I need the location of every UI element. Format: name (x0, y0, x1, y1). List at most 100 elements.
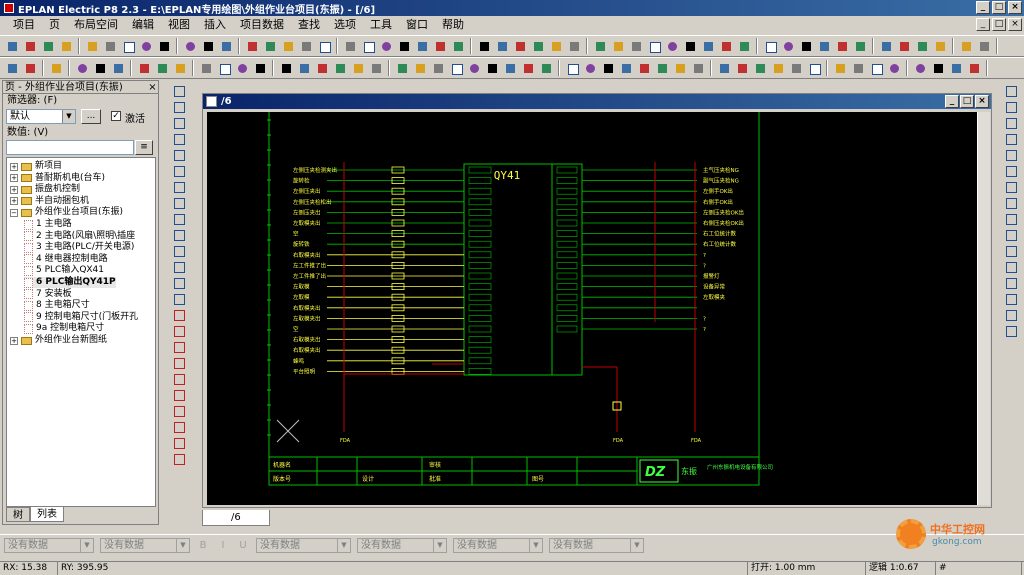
tb2-tool-6-8-icon[interactable] (538, 60, 554, 76)
vt1-tool-22-icon[interactable] (172, 436, 186, 450)
mdi-restore-button[interactable]: □ (992, 18, 1006, 31)
layer-select[interactable]: 没有数据 ▼ (549, 538, 644, 553)
tb1-tool-6-8-icon[interactable] (736, 38, 752, 54)
vt1-tool-19-icon[interactable] (172, 388, 186, 402)
tb1-tool-9-0-icon[interactable] (958, 38, 974, 54)
tb2-tool-6-2-icon[interactable] (430, 60, 446, 76)
value-select-button[interactable]: ≡ (135, 140, 153, 155)
tb2-tool-7-1-icon[interactable] (582, 60, 598, 76)
menu-insert[interactable]: 插入 (197, 16, 233, 34)
tb2-tool-4-3-icon[interactable] (252, 60, 268, 76)
tb2-tool-8-5-icon[interactable] (806, 60, 822, 76)
underline-button[interactable]: U (236, 540, 250, 551)
tb2-tool-5-3-icon[interactable] (332, 60, 348, 76)
tb1-tool-4-3-icon[interactable] (396, 38, 412, 54)
vertical-scrollbar[interactable] (977, 112, 990, 505)
tree-item[interactable]: 7 安装板 (24, 289, 72, 300)
tb2-tool-10-2-icon[interactable] (948, 60, 964, 76)
tb2-tool-7-0-icon[interactable] (564, 60, 580, 76)
tb1-tool-4-6-icon[interactable] (450, 38, 466, 54)
tree-item[interactable]: 2 主电路(风扇\照明\插座 (24, 231, 135, 242)
tree-item[interactable]: 4 继电器控制电路 (24, 254, 108, 265)
tab-list[interactable]: 列表 (30, 507, 64, 522)
tb2-tool-0-0-icon[interactable] (4, 60, 20, 76)
tb2-tool-3-2-icon[interactable] (172, 60, 188, 76)
close-icon[interactable]: × (147, 81, 158, 93)
tb2-tool-7-7-icon[interactable] (690, 60, 706, 76)
tb2-tool-7-3-icon[interactable] (618, 60, 634, 76)
tb2-tool-8-1-icon[interactable] (734, 60, 750, 76)
menu-options[interactable]: 选项 (327, 16, 363, 34)
tb1-tool-3-1-icon[interactable] (262, 38, 278, 54)
tb1-tool-7-4-icon[interactable] (834, 38, 850, 54)
tb2-tool-5-0-icon[interactable] (278, 60, 294, 76)
tree-item[interactable]: 8 主电箱尺寸 (24, 300, 90, 311)
schematic-canvas[interactable]: QY41 左侧压夹检测夹出 旋转检 左侧压夹出 左侧压夹检松出 左侧压夹出 左取模夹出空旋转… (207, 112, 978, 505)
vt1-tool-0-icon[interactable] (172, 84, 186, 98)
color-select[interactable]: 没有数据 ▼ (256, 538, 351, 553)
close-button[interactable]: × (1008, 1, 1022, 14)
tb1-tool-8-2-icon[interactable] (914, 38, 930, 54)
vt2-tool-14-icon[interactable] (1004, 308, 1018, 322)
vt1-tool-7-icon[interactable] (172, 196, 186, 210)
tb2-tool-2-2-icon[interactable] (110, 60, 126, 76)
tb1-tool-1-4-icon[interactable] (156, 38, 172, 54)
tab-page-6[interactable]: /6 (202, 510, 270, 526)
tb2-tool-0-1-icon[interactable] (22, 60, 38, 76)
tb2-tool-8-2-icon[interactable] (752, 60, 768, 76)
tb2-tool-2-1-icon[interactable] (92, 60, 108, 76)
linetype-select[interactable]: 没有数据 ▼ (357, 538, 447, 553)
tb1-tool-6-6-icon[interactable] (700, 38, 716, 54)
tb1-tool-1-1-icon[interactable] (102, 38, 118, 54)
tb2-tool-9-2-icon[interactable] (868, 60, 884, 76)
expand-icon[interactable]: + (10, 174, 18, 183)
vt1-tool-6-icon[interactable] (172, 180, 186, 194)
vt1-tool-9-icon[interactable] (172, 228, 186, 242)
tb2-tool-8-4-icon[interactable] (788, 60, 804, 76)
tb1-tool-5-3-icon[interactable] (530, 38, 546, 54)
vt2-tool-6-icon[interactable] (1004, 180, 1018, 194)
tb2-tool-6-3-icon[interactable] (448, 60, 464, 76)
vt2-tool-10-icon[interactable] (1004, 244, 1018, 258)
tb2-tool-3-0-icon[interactable] (136, 60, 152, 76)
tree-item[interactable]: 1 主电路 (24, 219, 72, 230)
tb2-tool-7-6-icon[interactable] (672, 60, 688, 76)
tb1-tool-5-5-icon[interactable] (566, 38, 582, 54)
menu-project-data[interactable]: 项目数据 (233, 16, 291, 34)
tb2-tool-3-1-icon[interactable] (154, 60, 170, 76)
expand-icon[interactable]: + (10, 162, 18, 171)
vt1-tool-15-icon[interactable] (172, 324, 186, 338)
filter-select[interactable]: 默认 ▼ (6, 109, 76, 124)
tb1-tool-0-3-icon[interactable] (58, 38, 74, 54)
mdi-close-button[interactable]: × (1008, 18, 1022, 31)
tb2-tool-6-4-icon[interactable] (466, 60, 482, 76)
menu-layout-space[interactable]: 布局空间 (67, 16, 125, 34)
tb2-tool-7-5-icon[interactable] (654, 60, 670, 76)
tree-item[interactable]: 9a 控制电箱尺寸 (24, 323, 104, 334)
tree-item[interactable]: + 半自动捆包机 (10, 196, 89, 207)
tb2-tool-9-1-icon[interactable] (850, 60, 866, 76)
tree-item[interactable]: + 普耐斯机电(台车) (10, 173, 105, 184)
tb1-tool-3-0-icon[interactable] (244, 38, 260, 54)
vt1-tool-20-icon[interactable] (172, 404, 186, 418)
tb1-tool-4-1-icon[interactable] (360, 38, 376, 54)
expand-icon[interactable]: + (10, 185, 18, 194)
tb1-tool-1-3-icon[interactable] (138, 38, 154, 54)
italic-button[interactable]: I (216, 540, 230, 551)
tb1-tool-4-4-icon[interactable] (414, 38, 430, 54)
size-select[interactable]: 没有数据 ▼ (100, 538, 190, 553)
vt2-tool-4-icon[interactable] (1004, 148, 1018, 162)
vt2-tool-12-icon[interactable] (1004, 276, 1018, 290)
vt1-tool-8-icon[interactable] (172, 212, 186, 226)
tb1-tool-6-0-icon[interactable] (592, 38, 608, 54)
menu-find[interactable]: 查找 (291, 16, 327, 34)
tb1-tool-9-1-icon[interactable] (976, 38, 992, 54)
activate-checkbox[interactable]: ✓ (111, 111, 121, 121)
vt1-tool-1-icon[interactable] (172, 100, 186, 114)
menu-view[interactable]: 视图 (161, 16, 197, 34)
vt2-tool-7-icon[interactable] (1004, 196, 1018, 210)
tb2-tool-8-0-icon[interactable] (716, 60, 732, 76)
lineweight-select[interactable]: 没有数据 ▼ (453, 538, 543, 553)
vt1-tool-11-icon[interactable] (172, 260, 186, 274)
mdi-minimize-button[interactable]: _ (976, 18, 990, 31)
